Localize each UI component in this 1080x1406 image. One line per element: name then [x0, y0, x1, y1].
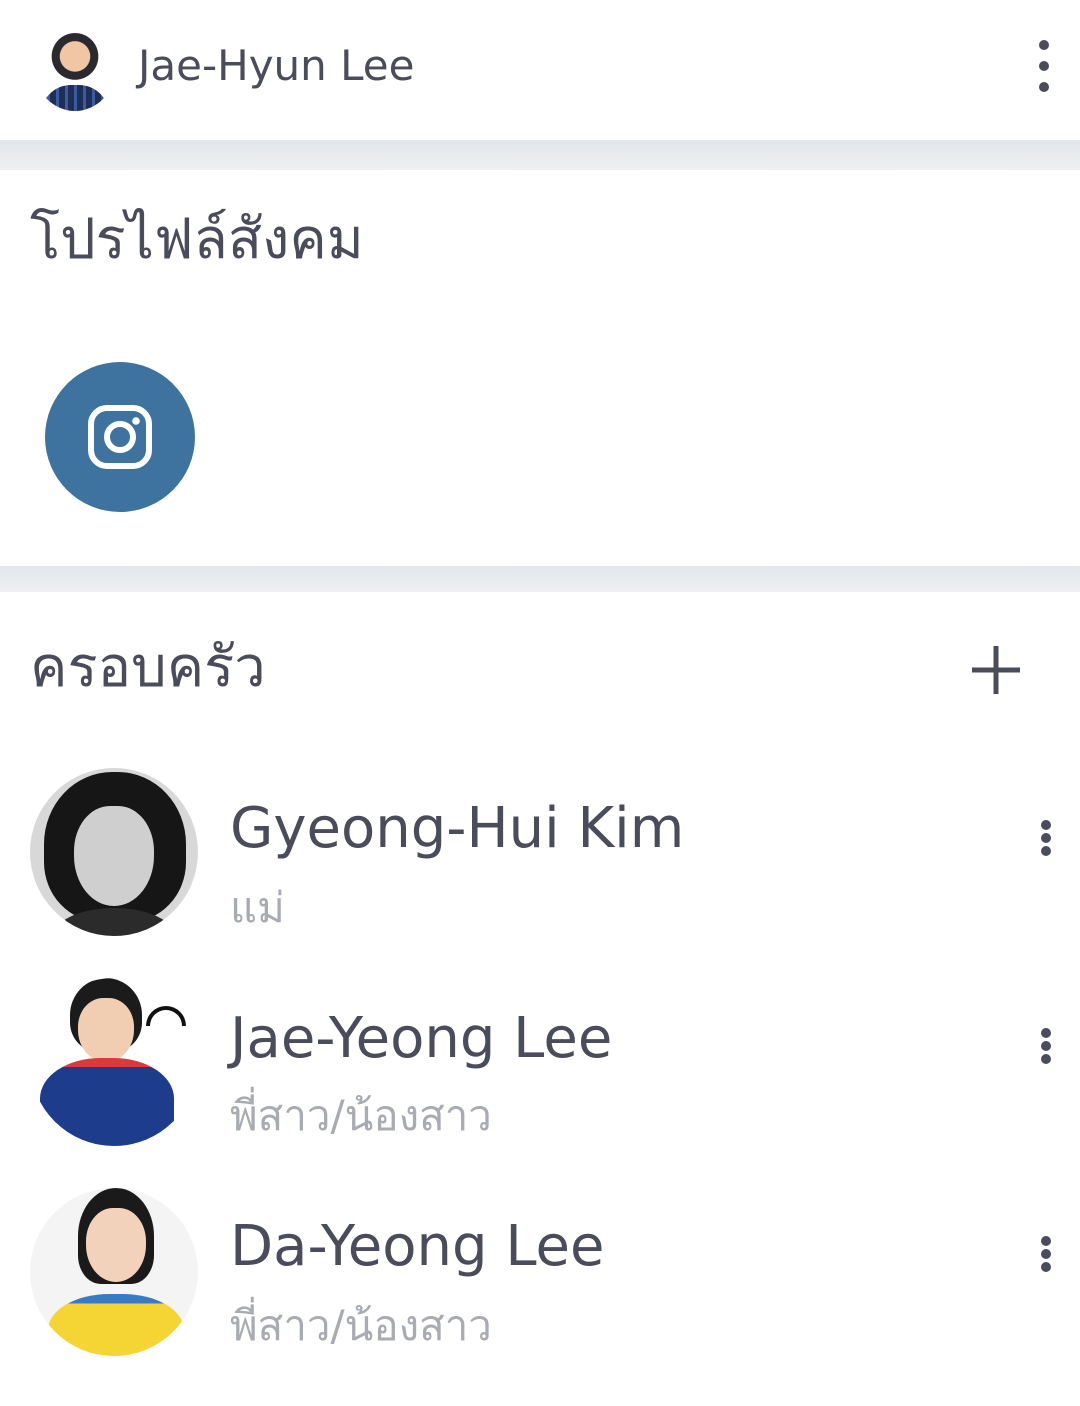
family-title: ครอบครัว [30, 635, 266, 700]
more-options-icon[interactable] [1032, 36, 1056, 96]
family-member-row[interactable]: Da-Yeong Lee พี่สาว/น้องสาว [0, 1188, 1080, 1368]
social-profiles-title: โปรไฟล์สังคม [30, 207, 364, 272]
member-relation: แม่ [230, 883, 285, 932]
avatar [30, 1188, 198, 1356]
member-relation: พี่สาว/น้องสาว [230, 1301, 492, 1350]
section-divider [0, 566, 1080, 592]
profile-header: Jae-Hyun Lee [0, 0, 1080, 140]
more-options-icon[interactable] [1034, 1232, 1058, 1276]
member-name: Jae-Yeong Lee [230, 1006, 613, 1071]
avatar [30, 978, 198, 1146]
more-options-icon[interactable] [1034, 1024, 1058, 1068]
family-member-row[interactable]: Gyeong-Hui Kim แม่ [0, 768, 1080, 948]
profile-name: Jae-Hyun Lee [138, 41, 415, 90]
avatar[interactable] [35, 27, 115, 111]
avatar-shirt [41, 85, 109, 111]
family-member-row[interactable]: Jae-Yeong Lee พี่สาว/น้องสาว [0, 978, 1080, 1158]
avatar [30, 768, 198, 936]
section-divider [0, 140, 1080, 170]
member-name: Gyeong-Hui Kim [230, 796, 685, 861]
instagram-icon [88, 405, 152, 469]
member-relation: พี่สาว/น้องสาว [230, 1091, 492, 1140]
add-icon[interactable] [968, 642, 1024, 698]
instagram-button[interactable] [45, 362, 195, 512]
member-name: Da-Yeong Lee [230, 1214, 605, 1279]
more-options-icon[interactable] [1034, 816, 1058, 860]
